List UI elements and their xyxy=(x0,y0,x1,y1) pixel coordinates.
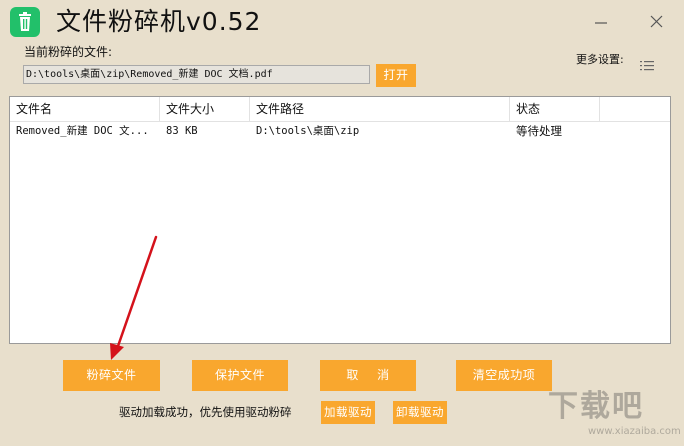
watermark-url: www.xiazaiba.com xyxy=(588,426,681,437)
column-header-name[interactable]: 文件名 xyxy=(10,97,160,121)
cell-status: 等待处理 xyxy=(516,124,562,138)
column-header-path[interactable]: 文件路径 xyxy=(250,97,510,121)
cancel-button[interactable]: 取 消 xyxy=(320,360,416,391)
app-title: 文件粉碎机v0.52 xyxy=(56,7,262,36)
clear-success-button[interactable]: 清空成功项 xyxy=(456,360,552,391)
shred-file-button[interactable]: 粉碎文件 xyxy=(63,360,160,391)
cell-file-size: 83 KB xyxy=(166,125,198,137)
cell-file-path: D:\tools\桌面\zip xyxy=(256,125,360,137)
cell-file-name: Removed_新建 DOC 文... xyxy=(16,125,149,137)
close-icon xyxy=(650,15,663,28)
current-file-path-field[interactable]: D:\tools\桌面\zip\Removed_新建 DOC 文档.pdf xyxy=(23,65,370,84)
minimize-button[interactable] xyxy=(588,8,614,34)
load-driver-button[interactable]: 加载驱动 xyxy=(321,401,375,424)
protect-file-button[interactable]: 保护文件 xyxy=(192,360,288,391)
table-header: 文件名 文件大小 文件路径 状态 xyxy=(10,97,670,122)
column-header-status[interactable]: 状态 xyxy=(510,97,600,121)
minimize-icon xyxy=(595,22,607,24)
close-button[interactable] xyxy=(644,8,670,34)
current-file-label: 当前粉碎的文件: xyxy=(24,45,113,59)
file-table[interactable]: 文件名 文件大小 文件路径 状态 Removed_新建 DOC 文... 83 … xyxy=(9,96,671,344)
trash-icon xyxy=(10,7,40,37)
unload-driver-button[interactable]: 卸载驱动 xyxy=(393,401,447,424)
column-header-size[interactable]: 文件大小 xyxy=(160,97,250,121)
watermark-logo: 下载吧 www.xiazaiba.com xyxy=(548,388,681,442)
watermark-text: 下载吧 xyxy=(548,389,644,424)
settings-menu-icon[interactable] xyxy=(640,57,654,71)
more-settings-label: 更多设置: xyxy=(576,53,624,66)
column-header-blank xyxy=(600,97,670,121)
table-row[interactable]: Removed_新建 DOC 文... 83 KB D:\tools\桌面\zi… xyxy=(10,122,670,140)
driver-status-text: 驱动加载成功，优先使用驱动粉碎 xyxy=(119,405,292,419)
open-button[interactable]: 打开 xyxy=(376,64,416,87)
